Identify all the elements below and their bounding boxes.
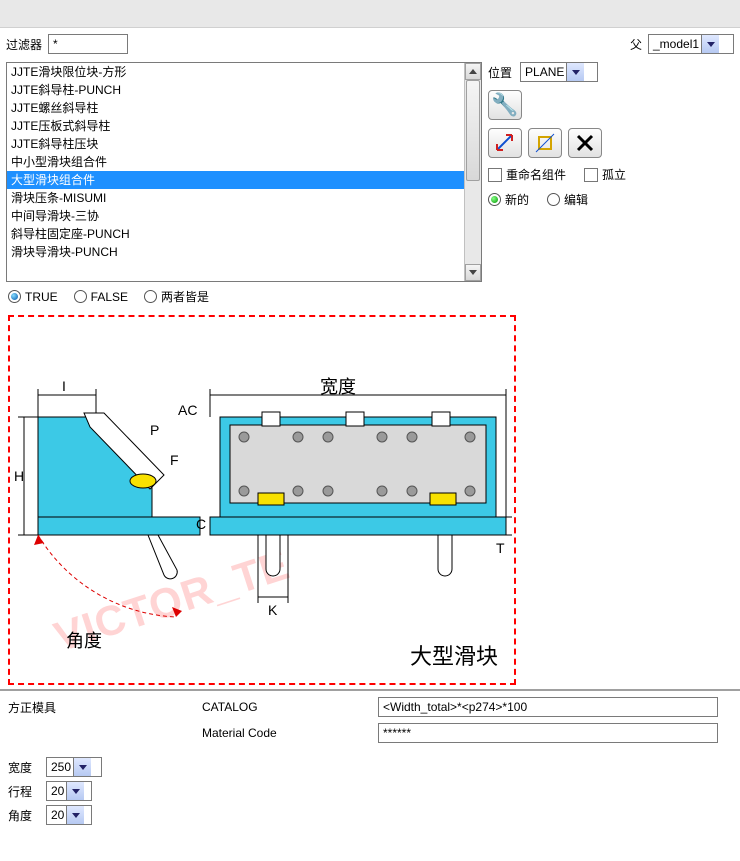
swap-icon (494, 132, 516, 154)
param-width-combo[interactable]: 250 (46, 757, 102, 777)
list-item[interactable]: 大型滑块组合件 (7, 171, 464, 189)
position-combo-value: PLANE (525, 65, 564, 79)
top-toolbar (0, 0, 740, 28)
preview-pane: VICTOR_TE 宽度 角度 大型滑块 (8, 315, 516, 685)
bounds-button[interactable] (528, 128, 562, 158)
list-item[interactable]: JJTE压板式斜导柱 (7, 117, 464, 135)
list-item[interactable]: 斜导柱固定座-PUNCH (7, 225, 464, 243)
list-item[interactable]: 滑块导滑块-PUNCH (7, 243, 464, 261)
radio-new-label: 新的 (505, 191, 529, 208)
catalog-row: 方正模具 CATALOG (0, 689, 740, 723)
delete-button[interactable] (568, 128, 602, 158)
param-angle-combo[interactable]: 20 (46, 805, 92, 825)
isolate-checkbox[interactable]: 孤立 (584, 166, 626, 183)
dim-i: I (62, 378, 66, 394)
scroll-up-icon[interactable] (465, 63, 481, 80)
filter-input[interactable] (48, 34, 128, 54)
wrench-icon: 🔧 (491, 92, 518, 118)
radio-icon (488, 193, 501, 206)
chevron-down-icon (701, 35, 719, 53)
list-item[interactable]: 中间导滑块-三协 (7, 207, 464, 225)
dim-ac: AC (178, 402, 197, 418)
material-code-input[interactable] (378, 723, 718, 743)
radio-icon (74, 290, 87, 303)
param-angle-label: 角度 (8, 807, 40, 824)
list-item[interactable]: 滑块压条-MISUMI (7, 189, 464, 207)
list-item[interactable]: JJTE滑块限位块-方形 (7, 63, 464, 81)
tf-true-label: TRUE (25, 290, 58, 304)
param-travel-value: 20 (51, 784, 64, 798)
params-section: 宽度 250 行程 20 角度 20 (0, 749, 740, 833)
checkbox-icon (488, 168, 502, 182)
tf-both[interactable]: 两者皆是 (144, 288, 209, 305)
catalog-label: CATALOG (202, 700, 374, 714)
settings-button[interactable]: 🔧 (488, 90, 522, 120)
radio-icon (547, 193, 560, 206)
tf-true[interactable]: TRUE (8, 290, 58, 304)
radio-edit[interactable]: 编辑 (547, 191, 588, 208)
material-code-label: Material Code (202, 726, 374, 740)
param-angle-value: 20 (51, 808, 64, 822)
parent-combo-value: _model1 (653, 37, 699, 51)
radio-icon (8, 290, 21, 303)
dim-c: C (196, 516, 206, 532)
dim-f: F (170, 452, 179, 468)
param-width-label: 宽度 (8, 759, 40, 776)
list-item[interactable]: 中小型滑块组合件 (7, 153, 464, 171)
rect-icon (534, 132, 556, 154)
scrollbar[interactable] (464, 63, 481, 281)
tf-both-label: 两者皆是 (161, 288, 209, 305)
position-combo[interactable]: PLANE (520, 62, 598, 82)
chevron-down-icon (566, 63, 584, 81)
dim-t: T (496, 540, 505, 556)
dim-k: K (268, 602, 278, 618)
list-item[interactable]: JJTE螺丝斜导柱 (7, 99, 464, 117)
tf-false-label: FALSE (91, 290, 128, 304)
chevron-down-icon (66, 782, 84, 800)
checkbox-icon (584, 168, 598, 182)
rename-checkbox[interactable]: 重命名组件 (488, 166, 566, 183)
chevron-down-icon (66, 806, 84, 824)
parent-label: 父 (630, 36, 642, 53)
param-travel-combo[interactable]: 20 (46, 781, 92, 801)
component-listbox[interactable]: JJTE滑块限位块-方形JJTE斜导柱-PUNCHJJTE螺丝斜导柱JJTE压板… (6, 62, 482, 282)
swap-button[interactable] (488, 128, 522, 158)
filter-row: 过滤器 父 _model1 (0, 28, 740, 62)
list-item[interactable]: JJTE斜导柱-PUNCH (7, 81, 464, 99)
radio-edit-label: 编辑 (564, 191, 588, 208)
mold-label: 方正模具 (8, 699, 198, 716)
material-row: Material Code (0, 723, 740, 749)
scroll-down-icon[interactable] (465, 264, 481, 281)
dim-p: P (150, 422, 159, 438)
truefalse-row: TRUE FALSE 两者皆是 (0, 282, 740, 311)
param-width-value: 250 (51, 760, 71, 774)
radio-icon (144, 290, 157, 303)
catalog-input[interactable] (378, 697, 718, 717)
scroll-thumb[interactable] (466, 80, 480, 181)
param-travel-label: 行程 (8, 783, 40, 800)
isolate-checkbox-label: 孤立 (602, 166, 626, 183)
parent-combo[interactable]: _model1 (648, 34, 734, 54)
dim-h: H (14, 468, 24, 484)
rename-checkbox-label: 重命名组件 (506, 166, 566, 183)
position-label: 位置 (488, 64, 512, 81)
filter-label: 过滤器 (6, 36, 42, 53)
tf-false[interactable]: FALSE (74, 290, 128, 304)
radio-new[interactable]: 新的 (488, 191, 529, 208)
chevron-down-icon (73, 758, 91, 776)
right-panel: 位置 PLANE 🔧 (488, 62, 734, 208)
list-item[interactable]: JJTE斜导柱压块 (7, 135, 464, 153)
preview-drawing: I AC P F H C K T (10, 317, 516, 685)
delete-icon (575, 133, 595, 153)
